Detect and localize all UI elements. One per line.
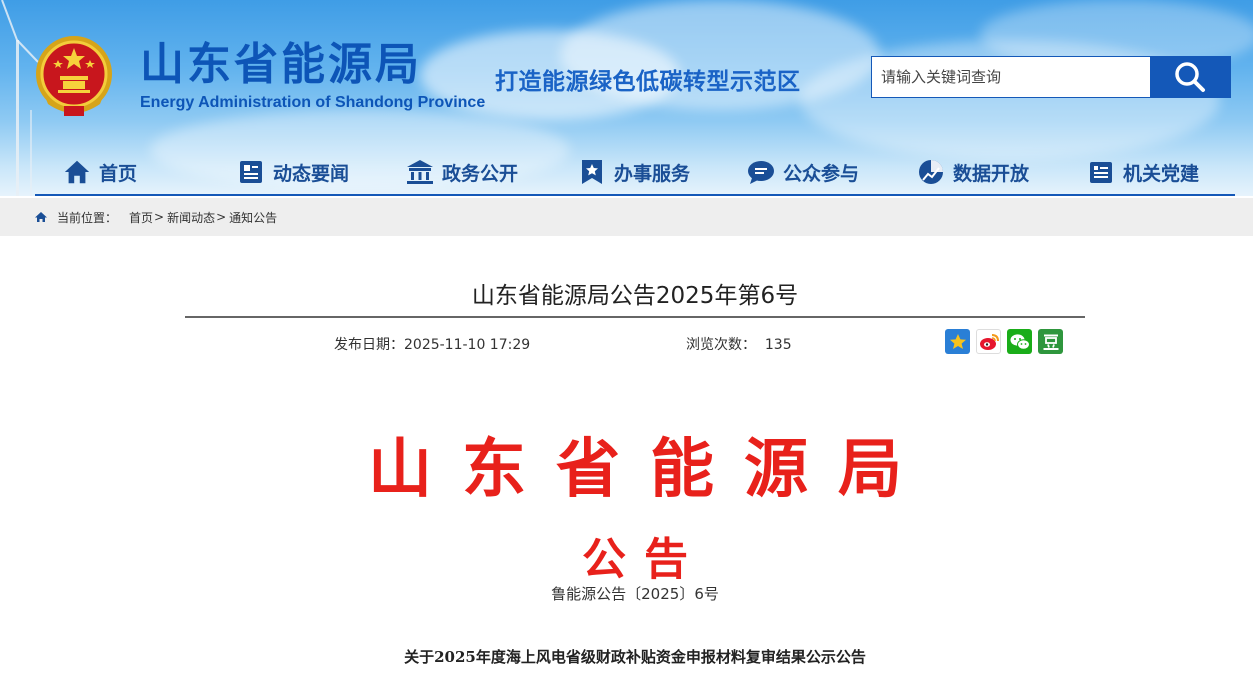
nav-item-government[interactable]: 政务公开 xyxy=(406,150,518,194)
breadcrumb-home-link[interactable]: 首页 xyxy=(129,209,153,226)
douban-icon[interactable] xyxy=(1038,329,1063,354)
weibo-icon[interactable] xyxy=(976,329,1001,354)
service-icon xyxy=(578,158,606,186)
party-building-icon xyxy=(1087,158,1115,186)
notice-label: 公告 xyxy=(582,534,706,585)
document-red-header: 山东省能源局 xyxy=(368,432,932,507)
site-title: 山东省能源局 xyxy=(140,39,422,90)
data-chart-icon xyxy=(917,158,945,186)
news-icon xyxy=(237,158,265,186)
main-nav: 首页 动态要闻 政务公开 办事服务 公众参与 数据开放 机关党建 xyxy=(35,150,1235,196)
search-button[interactable] xyxy=(1150,57,1230,97)
document-heading: 关于2025年度海上风电省级财政补贴资金申报材料复审结果公示公告 xyxy=(404,648,866,666)
breadcrumb-news-link[interactable]: 新闻动态 xyxy=(167,209,215,226)
search-box xyxy=(871,56,1231,98)
home-icon xyxy=(63,158,91,186)
nav-item-participation[interactable]: 公众参与 xyxy=(747,150,859,194)
nav-item-label: 动态要闻 xyxy=(273,162,350,185)
nav-item-label: 机关党建 xyxy=(1123,162,1200,185)
breadcrumb-prefix: 当前位置： xyxy=(57,210,118,225)
nav-item-news[interactable]: 动态要闻 xyxy=(237,150,349,194)
nav-item-service[interactable]: 办事服务 xyxy=(578,150,690,194)
site-header: 山东省能源局 Energy Administration of Shandong… xyxy=(0,0,1253,196)
nav-item-label: 办事服务 xyxy=(614,162,691,185)
breadcrumb-separator: > xyxy=(154,210,165,224)
breadcrumb-separator: > xyxy=(216,210,227,224)
site-subtitle: Energy Administration of Shandong Provin… xyxy=(140,94,486,111)
share-bar xyxy=(945,329,1063,354)
breadcrumb: 当前位置： 首页 > 新闻动态 > 通知公告 xyxy=(0,198,1253,236)
publish-date: 发布日期：2025-11-10 17:29 xyxy=(334,337,531,353)
nav-item-party[interactable]: 机关党建 xyxy=(1087,150,1199,194)
qzone-icon[interactable] xyxy=(945,329,970,354)
article-title: 山东省能源局公告2025年第6号 xyxy=(471,283,799,309)
nav-item-label: 数据开放 xyxy=(953,162,1030,185)
home-icon xyxy=(34,211,48,223)
search-icon xyxy=(1175,62,1205,92)
nav-item-label: 政务公开 xyxy=(442,162,519,185)
view-count: 浏览次数： 135 xyxy=(686,337,792,353)
search-input[interactable] xyxy=(872,57,1150,97)
nav-item-label: 首页 xyxy=(99,162,138,185)
title-divider xyxy=(185,316,1085,318)
nav-item-data[interactable]: 数据开放 xyxy=(917,150,1029,194)
government-icon xyxy=(406,158,434,186)
national-emblem-logo xyxy=(36,36,112,116)
nav-item-label: 公众参与 xyxy=(783,162,860,185)
slogan: 打造能源绿色低碳转型示范区 xyxy=(495,69,801,95)
document-number: 鲁能源公告〔2025〕6号 xyxy=(551,585,719,603)
nav-item-home[interactable]: 首页 xyxy=(63,150,137,194)
breadcrumb-notice-link[interactable]: 通知公告 xyxy=(229,209,277,226)
wechat-icon[interactable] xyxy=(1007,329,1032,354)
chat-icon xyxy=(747,158,775,186)
